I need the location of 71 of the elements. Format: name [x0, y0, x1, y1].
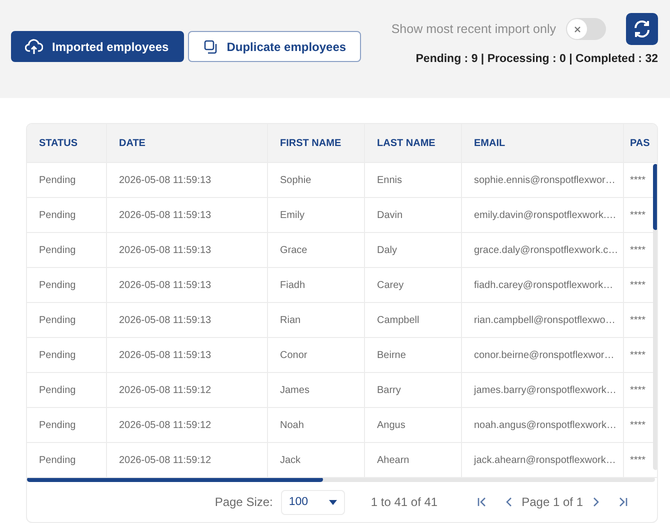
table-cell: Angus [365, 408, 462, 442]
table-cell: rian.campbell@ronspotflexwo… [462, 303, 624, 337]
toggle-label: Show most recent import only [391, 22, 556, 36]
first-page-icon [476, 497, 487, 507]
horizontal-scrollbar[interactable] [27, 477, 655, 482]
table-cell: Pending [27, 163, 107, 197]
column-header[interactable]: STATUS [27, 124, 107, 162]
close-icon [574, 26, 580, 32]
table-cell: noah.angus@ronspotflexwork… [462, 408, 624, 442]
table-cell: james.barry@ronspotflexwork… [462, 373, 624, 407]
dropdown-caret-icon [328, 500, 337, 504]
chevron-left-icon [504, 497, 513, 507]
table-cell: 2026-05-08 11:59:13 [107, 198, 268, 232]
table-cell: conor.beirne@ronspotflexwor… [462, 338, 624, 372]
cloud-upload-icon [25, 38, 43, 54]
table-cell: Beirne [365, 338, 462, 372]
table-cell: Davin [365, 198, 462, 232]
table-cell: emily.davin@ronspotflexwork.… [462, 198, 624, 232]
table-cell: Carey [365, 268, 462, 302]
last-page-icon [618, 497, 628, 507]
table-cell: Pending [27, 408, 107, 442]
table-cell: 2026-05-08 11:59:13 [107, 303, 268, 337]
table-cell: Ennis [365, 163, 462, 197]
column-header[interactable]: FIRST NAME [268, 124, 365, 162]
table-cell: 2026-05-08 11:59:13 [107, 163, 268, 197]
table-cell: Fiadh [268, 268, 365, 302]
page-size-select[interactable]: 100 [280, 490, 345, 514]
table-cell: fiadh.carey@ronspotflexwork… [462, 268, 624, 302]
page-size-label: Page Size: [214, 495, 273, 509]
table-cell: sophie.ennis@ronspotflexwor… [462, 163, 624, 197]
table-cell: Pending [27, 303, 107, 337]
table-cell: Pending [27, 233, 107, 267]
tab[interactable]: Duplicate employees [188, 31, 362, 62]
row-range: 1 to 41 of 41 [370, 495, 438, 509]
table-cell: Pending [27, 373, 107, 407]
refresh-icon [632, 19, 652, 39]
table-cell: 2026-05-08 11:59:13 [107, 338, 268, 372]
table-cell: Campbell [365, 303, 462, 337]
table-cell: Pending [27, 268, 107, 302]
table-cell: Noah [268, 408, 365, 442]
tab[interactable]: Imported employees [11, 31, 184, 62]
chevron-right-icon [592, 497, 600, 507]
table-cell: Barry [365, 373, 462, 407]
table-cell: Pending [27, 198, 107, 232]
table-cell: Pending [27, 338, 107, 372]
refresh-button[interactable] [626, 13, 658, 45]
table-cell: 2026-05-08 11:59:13 [107, 268, 268, 302]
table-cell: Conor [268, 338, 365, 372]
table-cell: Grace [268, 233, 365, 267]
table-cell: 2026-05-08 11:59:12 [107, 373, 268, 407]
copy-icon [204, 40, 218, 54]
table-cell: Rian [268, 303, 365, 337]
column-header[interactable]: LAST NAME [365, 124, 462, 162]
table-cell: Pending [27, 443, 107, 477]
table-cell: 2026-05-08 11:59:12 [107, 408, 268, 442]
column-header[interactable]: EMAIL [462, 124, 624, 162]
table-cell: 2026-05-08 11:59:12 [107, 443, 268, 477]
table-cell: Jack [268, 443, 365, 477]
table-cell: 2026-05-08 11:59:13 [107, 233, 268, 267]
column-header[interactable]: DATE [107, 124, 268, 162]
column-header[interactable]: PAS [624, 124, 657, 162]
table-cell: jack.ahearn@ronspotflexwork… [462, 443, 624, 477]
table-cell: grace.daly@ronspotflexwork.c… [462, 233, 624, 267]
status-counts: Pending : 9 | Processing : 0 | Completed : 32 [416, 53, 658, 65]
table-cell: Emily [268, 198, 365, 232]
table-cell: Sophie [268, 163, 365, 197]
table-cell: Ahearn [365, 443, 462, 477]
table-cell: Daly [365, 233, 462, 267]
toggle-switch[interactable] [566, 18, 606, 40]
table-cell: James [268, 373, 365, 407]
page-indicator: Page 1 of 1 [522, 495, 583, 509]
